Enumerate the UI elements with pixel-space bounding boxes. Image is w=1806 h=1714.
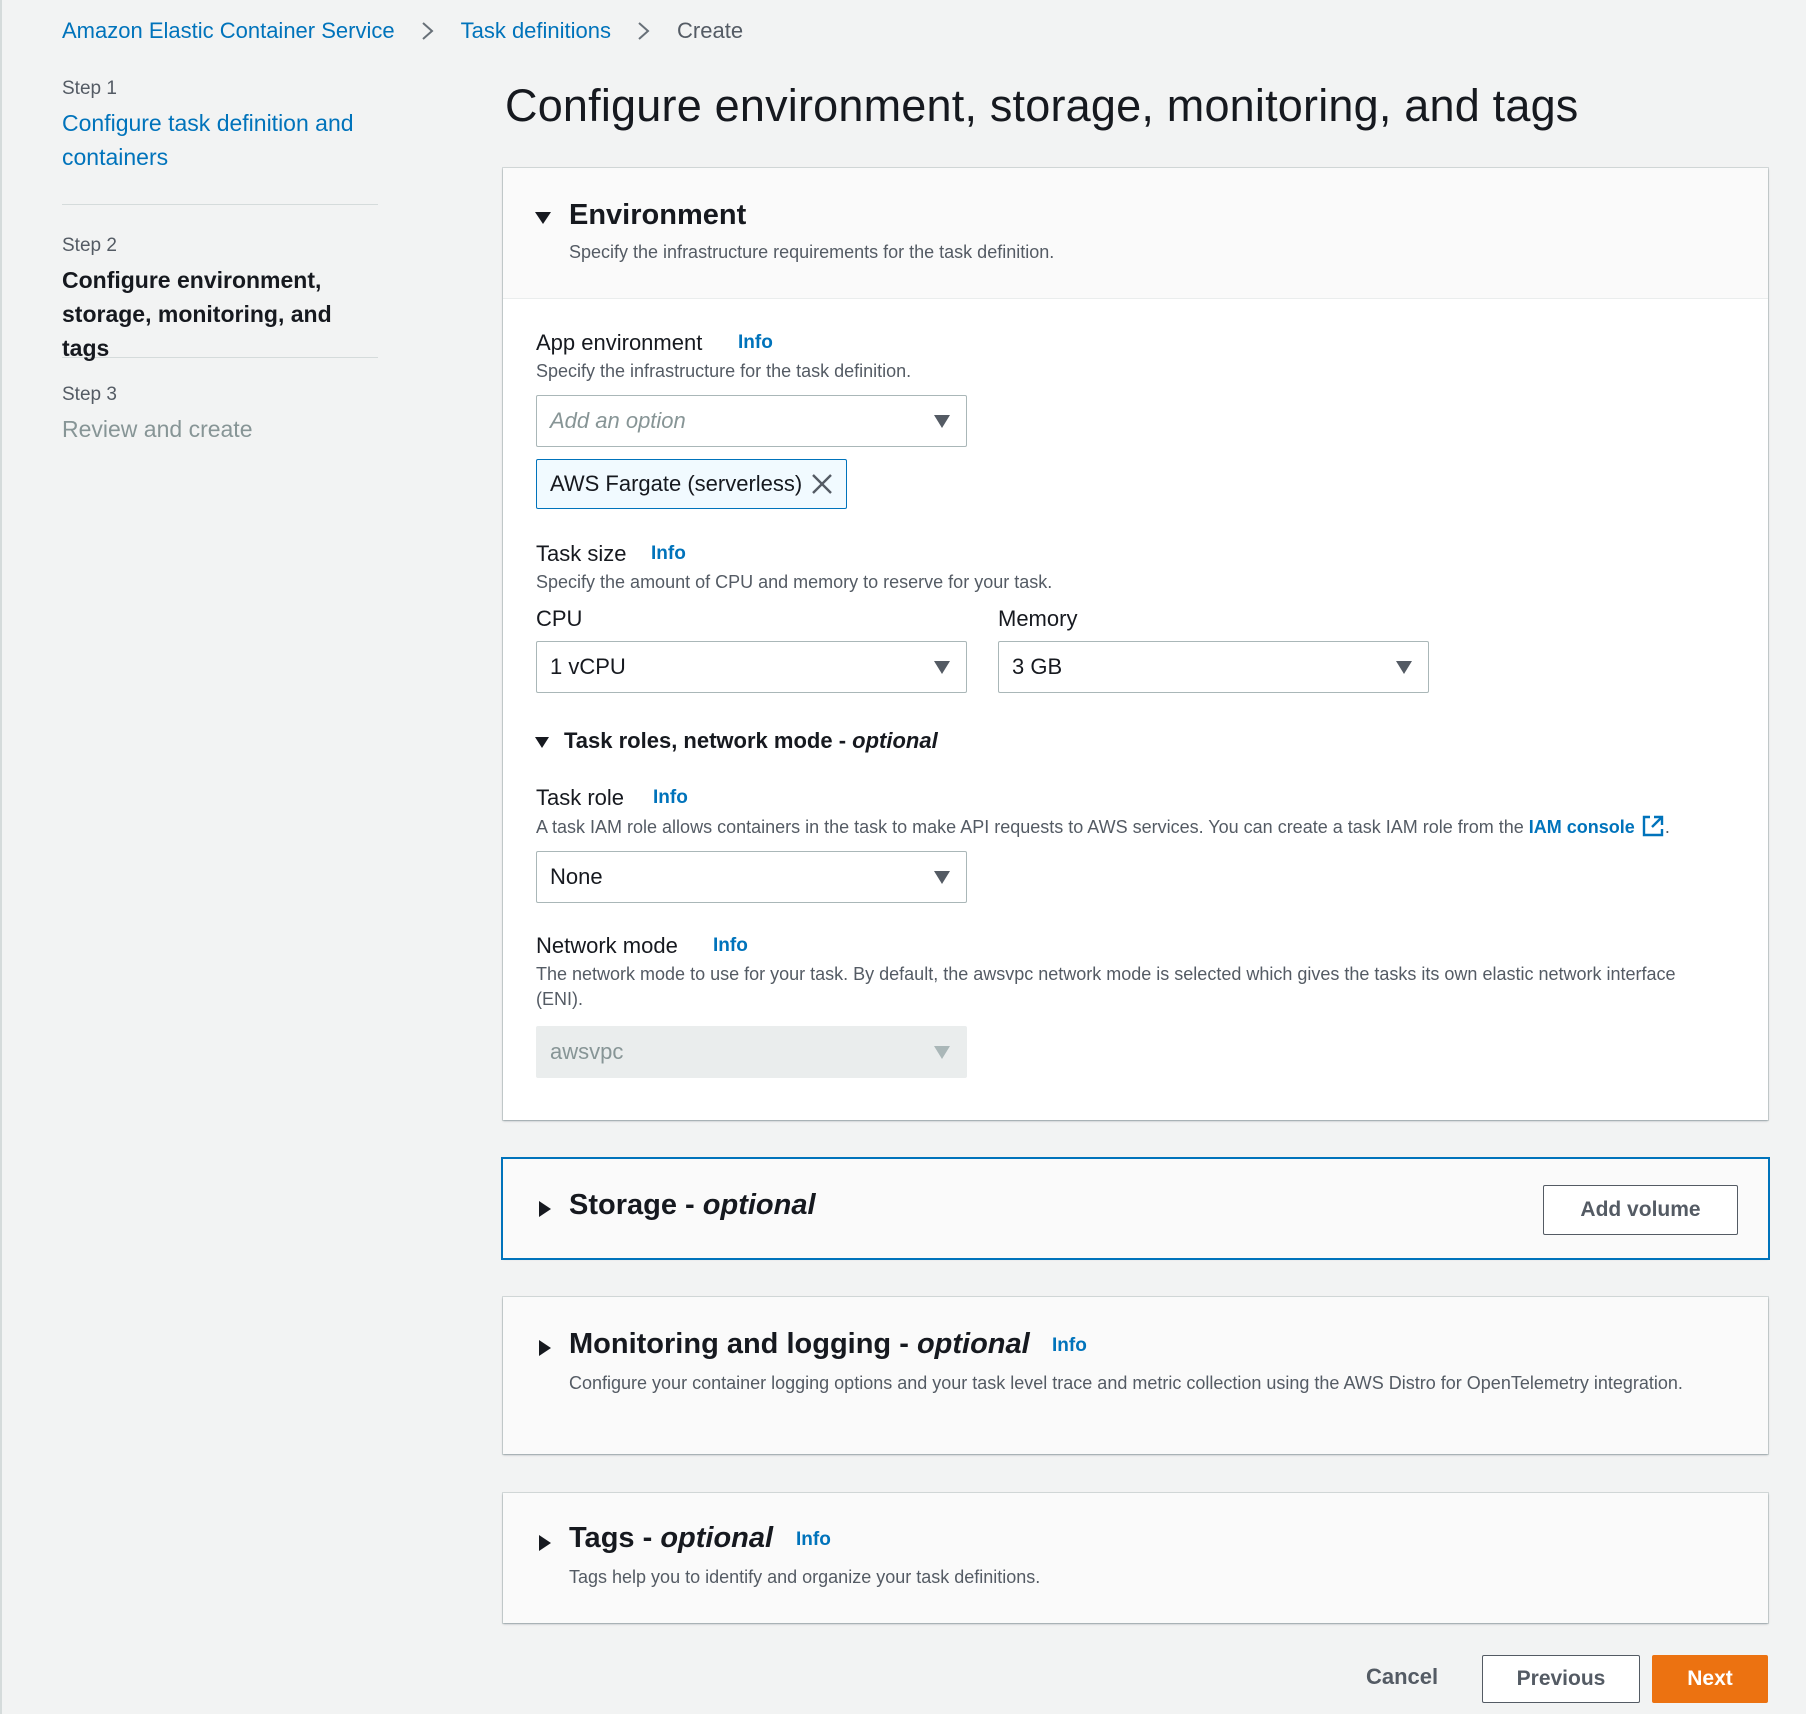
task-roles-expander[interactable]: Task roles, network mode - optional [503,726,1103,760]
step-1-link[interactable]: Configure task definition and containers [62,106,378,174]
close-icon[interactable] [810,472,834,496]
task-size-description: Specify the amount of CPU and memory to … [536,572,1053,592]
task-size-info-link[interactable]: Info [651,543,686,565]
caret-down-icon[interactable] [535,212,551,224]
wizard-step-2: Step 2 Configure environment, storage, m… [62,205,378,361]
chevron-right-icon [633,14,655,48]
caret-down-icon [934,1046,950,1059]
iam-console-link[interactable]: IAM console [1529,817,1635,837]
breadcrumb-task-definitions-link[interactable]: Task definitions [461,18,611,44]
app-environment-token: AWS Fargate (serverless) [536,459,847,509]
tags-heading: Tags - optional [569,1522,774,1554]
tags-description: Tags help you to identify and organize y… [569,1567,1041,1587]
add-volume-button[interactable]: Add volume [1543,1185,1738,1235]
network-mode-value: awsvpc [550,1039,624,1064]
cpu-label: CPU [536,606,583,631]
chevron-right-icon [417,14,439,48]
caret-right-icon [539,1340,551,1356]
caret-down-icon [934,415,950,428]
breadcrumb-ecs-link[interactable]: Amazon Elastic Container Service [62,18,395,44]
memory-select[interactable]: 3 GB [998,641,1429,693]
tags-panel[interactable]: Tags - optional Info Tags help you to id… [503,1493,1768,1623]
breadcrumb-current: Create [677,18,744,43]
network-mode-info-link[interactable]: Info [713,935,748,957]
caret-down-icon [535,737,549,748]
task-role-info-link[interactable]: Info [653,787,688,809]
app-environment-description: Specify the infrastructure for the task … [536,361,912,381]
previous-button[interactable]: Previous [1482,1655,1640,1703]
memory-label: Memory [998,606,1078,631]
storage-heading: Storage - optional [569,1189,816,1221]
environment-panel: Environment Specify the infrastructure r… [503,168,1768,1120]
cpu-select[interactable]: 1 vCPU [536,641,967,693]
app-environment-placeholder: Add an option [550,408,686,433]
network-mode-select: awsvpc [536,1026,967,1078]
page-left-border [0,0,2,1714]
task-role-label: Task role [536,785,625,810]
wizard-step-1: Step 1 Configure task definition and con… [62,78,378,205]
wizard-steps: Step 1 Configure task definition and con… [62,78,378,446]
step-number: Step 2 [62,235,117,256]
next-button[interactable]: Next [1652,1655,1768,1703]
memory-value: 3 GB [1012,654,1063,679]
caret-right-icon [539,1535,551,1551]
app-environment-info-link[interactable]: Info [738,332,773,354]
tags-info-link[interactable]: Info [796,1529,831,1551]
task-role-select[interactable]: None [536,851,967,903]
step-2-title: Configure environment, storage, monitori… [62,267,332,361]
cpu-value: 1 vCPU [550,654,626,679]
network-mode-description: The network mode to use for your task. B… [536,964,1676,1009]
task-role-value: None [550,864,603,889]
environment-heading: Environment [569,199,747,231]
monitoring-heading: Monitoring and logging - optional [569,1328,1030,1360]
task-size-label: Task size [536,541,627,566]
monitoring-description: Configure your container logging options… [569,1373,1683,1393]
step-number: Step 3 [62,384,117,405]
wizard-step-3: Step 3 Review and create [62,358,378,446]
app-environment-label: App environment [536,330,703,355]
caret-down-icon [934,661,950,674]
environment-header[interactable]: Environment Specify the infrastructure r… [503,168,1768,299]
monitoring-panel[interactable]: Monitoring and logging - optional Info C… [503,1297,1768,1454]
caret-down-icon [1396,661,1412,674]
monitoring-info-link[interactable]: Info [1052,1335,1087,1357]
breadcrumb: Amazon Elastic Container Service Task de… [62,14,743,48]
network-mode-label: Network mode [536,933,678,958]
step-number: Step 1 [62,78,117,99]
environment-description: Specify the infrastructure requirements … [569,242,1055,262]
page-title: Configure environment, storage, monitori… [505,80,1579,131]
caret-right-icon [539,1201,551,1217]
cancel-button[interactable]: Cancel [1366,1664,1438,1690]
app-environment-select[interactable]: Add an option [536,395,967,447]
external-link-icon[interactable] [1641,814,1665,838]
task-role-description: A task IAM role allows containers in the… [536,814,1670,840]
token-label: AWS Fargate (serverless) [550,471,803,496]
step-3-title: Review and create [62,416,253,442]
task-roles-heading: Task roles, network mode - optional [564,728,938,753]
caret-down-icon [934,871,950,884]
storage-panel[interactable]: Storage - optional Add volume [503,1159,1768,1258]
